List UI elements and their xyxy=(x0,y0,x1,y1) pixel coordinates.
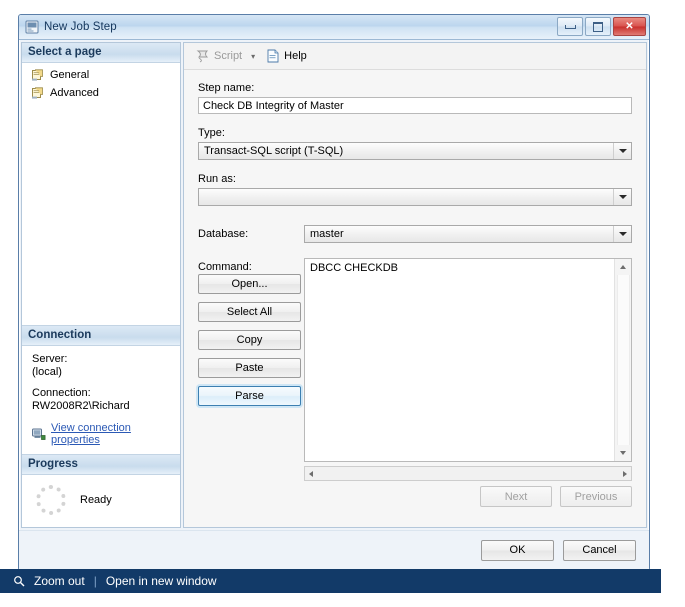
copy-button[interactable]: Copy xyxy=(198,330,301,350)
page-background-left xyxy=(0,0,18,569)
database-label: Database: xyxy=(198,228,249,240)
next-button[interactable]: Next xyxy=(480,486,552,507)
chevron-down-icon[interactable] xyxy=(613,143,631,159)
chevron-down-icon[interactable]: ▾ xyxy=(251,52,255,61)
maximize-icon xyxy=(593,21,603,32)
progress-section: Progress Ready xyxy=(22,454,180,527)
title-bar[interactable]: New Job Step ✕ xyxy=(19,15,649,40)
open-in-new-window-link[interactable]: Open in new window xyxy=(106,574,217,588)
page-icon xyxy=(32,87,45,99)
connection-section: Connection Server: (local) Connection: R… xyxy=(22,325,180,454)
connection-header: Connection xyxy=(22,326,180,346)
command-textarea[interactable]: DBCC CHECKDB xyxy=(304,258,632,462)
minimize-button[interactable] xyxy=(557,17,583,36)
dialog-body: Select a page General Advanced Connectio… xyxy=(19,40,649,530)
general-page-pane: Script ▾ Help Step name: Check DB Integr… xyxy=(183,42,647,528)
scroll-down-button[interactable] xyxy=(615,445,631,461)
window-title: New Job Step xyxy=(44,21,117,33)
new-job-step-dialog: New Job Step ✕ Select a page General Adv… xyxy=(18,14,650,570)
page-icon xyxy=(32,69,45,81)
sidebar-item-general[interactable]: General xyxy=(22,66,180,84)
close-button[interactable]: ✕ xyxy=(613,17,646,36)
maximize-button[interactable] xyxy=(585,17,611,36)
connection-body: Server: (local) Connection: RW2008R2\Ric… xyxy=(22,346,180,454)
zoom-out-link[interactable]: Zoom out xyxy=(34,574,85,588)
command-horizontal-scrollbar-wrap xyxy=(304,466,632,481)
server-label: Server: xyxy=(32,353,68,365)
open-button[interactable]: Open... xyxy=(198,274,301,294)
window-controls: ✕ xyxy=(557,17,646,36)
run-as-label: Run as: xyxy=(198,173,236,185)
sidebar-item-advanced[interactable]: Advanced xyxy=(22,84,180,102)
previous-button[interactable]: Previous xyxy=(560,486,632,507)
run-as-select[interactable] xyxy=(198,188,632,206)
select-a-page-pane: Select a page General Advanced Connectio… xyxy=(21,42,181,528)
command-vertical-scrollbar[interactable] xyxy=(614,259,631,461)
progress-header: Progress xyxy=(22,455,180,475)
cancel-button[interactable]: Cancel xyxy=(563,539,636,561)
server-value: (local) xyxy=(32,366,62,378)
connection-value: RW2008R2\Richard xyxy=(32,400,130,412)
progress-spinner-icon xyxy=(36,485,66,515)
scroll-up-button[interactable] xyxy=(615,259,631,275)
progress-body: Ready xyxy=(22,475,180,527)
type-value: Transact-SQL script (T-SQL) xyxy=(204,145,344,157)
magnifier-icon xyxy=(13,575,25,587)
connection-label: Connection: xyxy=(32,387,91,399)
type-select[interactable]: Transact-SQL script (T-SQL) xyxy=(198,142,632,160)
job-step-icon xyxy=(25,20,39,34)
database-row: Database: master xyxy=(198,225,632,243)
view-connection-properties-link[interactable]: View connection properties xyxy=(51,422,172,446)
form-area: Step name: Type: Transact-SQL script (T-… xyxy=(184,70,646,527)
script-button[interactable]: Script xyxy=(192,47,245,66)
pane-spacer xyxy=(22,102,180,325)
step-name-input[interactable] xyxy=(198,97,632,114)
progress-status: Ready xyxy=(80,493,112,506)
minimize-icon xyxy=(564,24,576,29)
help-button[interactable]: Help xyxy=(264,47,310,65)
script-label: Script xyxy=(214,50,243,62)
parse-button[interactable]: Parse xyxy=(198,386,301,406)
sidebar-item-label: General xyxy=(50,69,90,81)
select-a-page-header: Select a page xyxy=(22,43,180,63)
help-label: Help xyxy=(284,50,307,62)
scroll-left-button[interactable] xyxy=(309,470,313,477)
select-all-button[interactable]: Select All xyxy=(198,302,301,322)
connection-icon xyxy=(32,428,46,441)
database-value: master xyxy=(310,228,344,240)
command-action-buttons: Open... Select All Copy Paste Parse xyxy=(198,274,301,414)
chevron-down-icon[interactable] xyxy=(613,226,631,242)
command-horizontal-scrollbar[interactable] xyxy=(304,466,632,481)
chevron-down-icon[interactable] xyxy=(613,189,631,205)
paste-button[interactable]: Paste xyxy=(198,358,301,378)
bar-separator: | xyxy=(93,574,97,588)
image-viewer-bar: Zoom out | Open in new window xyxy=(0,569,661,593)
command-label: Command: xyxy=(198,261,252,273)
dialog-footer: OK Cancel xyxy=(19,530,649,569)
step-navigation: Next Previous xyxy=(480,486,632,515)
view-connection-properties-row[interactable]: View connection properties xyxy=(32,422,172,446)
close-icon: ✕ xyxy=(625,20,634,32)
command-editor: DBCC CHECKDB xyxy=(304,258,632,465)
type-label: Type: xyxy=(198,127,225,139)
page-list: General Advanced xyxy=(22,63,180,102)
sidebar-item-label: Advanced xyxy=(50,87,99,99)
page-toolbar: Script ▾ Help xyxy=(184,43,646,70)
scroll-track[interactable] xyxy=(616,275,630,445)
scroll-right-button[interactable] xyxy=(623,470,627,477)
script-icon xyxy=(195,49,210,64)
step-name-label: Step name: xyxy=(198,82,255,94)
database-select[interactable]: master xyxy=(304,225,632,243)
ok-button[interactable]: OK xyxy=(481,539,554,561)
help-icon xyxy=(267,49,280,63)
